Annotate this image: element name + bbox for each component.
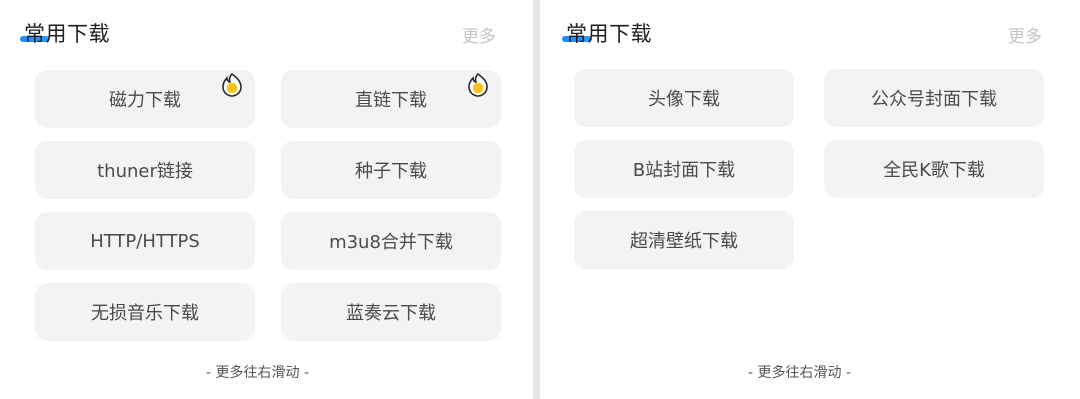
flame-badge-icon: [468, 72, 488, 97]
button-label: 头像下载: [648, 89, 720, 110]
button-label: 无损音乐下载: [91, 303, 199, 324]
section-title: 常用下载: [566, 18, 652, 48]
button-label: 种子下载: [355, 161, 427, 182]
lanzou-cloud-download-button[interactable]: 蓝奏云下载: [281, 283, 501, 341]
more-link[interactable]: 更多: [1008, 22, 1042, 47]
button-label: 蓝奏云下载: [346, 303, 436, 324]
wechat-cover-download-button[interactable]: 公众号封面下载: [824, 69, 1044, 127]
hd-wallpaper-download-button[interactable]: 超清壁纸下载: [574, 211, 794, 269]
section-title-text: 常用下载: [566, 22, 652, 46]
left-download-panel: 常用下载 更多 磁力下载 直链下载 thuner链接 种子下载 HTTP/HTT…: [0, 0, 533, 399]
button-label: B站封面下载: [632, 160, 736, 181]
button-label: 公众号封面下载: [871, 89, 997, 110]
more-link[interactable]: 更多: [462, 22, 496, 47]
swipe-hint: - 更多往右滑动 -: [748, 365, 852, 381]
button-label: HTTP/HTTPS: [90, 230, 200, 252]
button-label: 超清壁纸下载: [630, 231, 738, 252]
button-label: m3u8合并下载: [329, 232, 453, 253]
section-title-text: 常用下载: [24, 22, 110, 46]
button-label: 磁力下载: [109, 90, 181, 111]
button-label: thuner链接: [97, 161, 193, 182]
karaoke-download-button[interactable]: 全民K歌下载: [824, 140, 1044, 198]
button-label: 直链下载: [355, 90, 427, 111]
avatar-download-button[interactable]: 头像下载: [574, 69, 794, 127]
button-label: 全民K歌下载: [883, 160, 985, 181]
m3u8-merge-download-button[interactable]: m3u8合并下载: [281, 212, 501, 270]
http-https-button[interactable]: HTTP/HTTPS: [35, 212, 255, 270]
section-title: 常用下载: [24, 18, 110, 48]
right-download-panel: 常用下载 更多 头像下载 公众号封面下载 B站封面下载 全民K歌下载 超清壁纸下…: [540, 0, 1080, 399]
swipe-hint: - 更多往右滑动 -: [206, 365, 310, 381]
lossless-music-download-button[interactable]: 无损音乐下载: [35, 283, 255, 341]
torrent-download-button[interactable]: 种子下载: [281, 141, 501, 199]
thuner-link-button[interactable]: thuner链接: [35, 141, 255, 199]
flame-badge-icon: [222, 72, 242, 97]
bilibili-cover-download-button[interactable]: B站封面下载: [574, 140, 794, 198]
